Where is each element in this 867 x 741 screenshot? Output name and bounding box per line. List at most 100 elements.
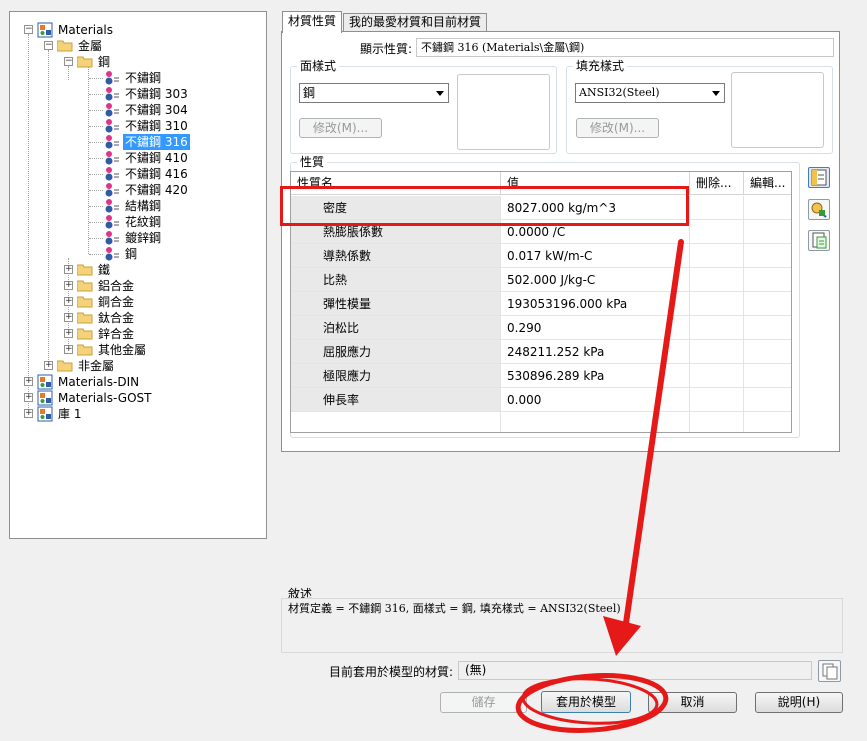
- property-edit-cell[interactable]: [744, 268, 791, 292]
- current-material-label: 目前套用於模型的材質:: [329, 665, 454, 679]
- tree-label: 鍍鋅鋼: [125, 231, 162, 245]
- expand-icon[interactable]: +: [64, 329, 73, 338]
- property-edit-cell[interactable]: [744, 244, 791, 268]
- empty-cell: [501, 412, 690, 432]
- help-button[interactable]: 說明(H): [755, 692, 843, 713]
- material-tree[interactable]: − Materials − 金屬 − 鋼 不鏽鋼 不鏽鋼 303 不鏽鋼 304 不鏽…: [9, 11, 267, 539]
- property-delete-cell[interactable]: [690, 220, 744, 244]
- property-row[interactable]: 彈性模量 193053196.000 kPa: [291, 292, 791, 316]
- property-row[interactable]: 伸長率 0.000: [291, 388, 791, 412]
- property-delete-cell[interactable]: [690, 364, 744, 388]
- copy-property-icon[interactable]: [808, 230, 830, 251]
- tree-label: 不鏽鋼 416: [125, 167, 188, 181]
- new-property-icon[interactable]: [808, 167, 830, 188]
- property-delete-cell[interactable]: [690, 292, 744, 316]
- tree-node-steel-item[interactable]: 不鏽鋼 416: [10, 166, 266, 182]
- property-edit-cell[interactable]: [744, 364, 791, 388]
- property-edit-cell[interactable]: [744, 292, 791, 316]
- tree-label: 花紋鋼: [125, 215, 162, 229]
- tree-label: 不鏽鋼 410: [125, 151, 188, 165]
- property-edit-cell[interactable]: [744, 220, 791, 244]
- property-row[interactable]: 極限應力 530896.289 kPa: [291, 364, 791, 388]
- tree-node-materials-din[interactable]: + Materials-DIN: [10, 374, 266, 390]
- material-icon: [105, 135, 119, 149]
- collapse-icon[interactable]: −: [64, 57, 73, 66]
- tree-node-metal-folder[interactable]: + 其他金屬: [10, 342, 266, 358]
- property-delete-cell[interactable]: [690, 196, 744, 220]
- expand-icon[interactable]: +: [44, 361, 53, 370]
- expand-icon[interactable]: +: [64, 313, 73, 322]
- property-edit-cell[interactable]: [744, 316, 791, 340]
- tree-line: [89, 254, 103, 255]
- tree-label: 其他金屬: [98, 343, 147, 357]
- tree-node-metal-folder[interactable]: + 銅合金: [10, 294, 266, 310]
- property-delete-cell[interactable]: [690, 388, 744, 412]
- tree-line: [89, 78, 103, 79]
- fill-style-modify-button[interactable]: 修改(M)...: [576, 118, 659, 138]
- property-name: 極限應力: [291, 364, 501, 388]
- property-edit-cell[interactable]: [744, 388, 791, 412]
- tree-node-steel-item[interactable]: 不鏽鋼 316: [10, 134, 266, 150]
- fill-style-select[interactable]: ANSI32(Steel): [575, 83, 725, 103]
- property-delete-cell[interactable]: [690, 340, 744, 364]
- property-row[interactable]: 泊松比 0.290: [291, 316, 791, 340]
- tree-node-library-1[interactable]: + 庫 1: [10, 406, 266, 422]
- edit-property-icon[interactable]: [808, 199, 830, 220]
- expand-icon[interactable]: +: [64, 281, 73, 290]
- browse-icon[interactable]: [818, 660, 841, 682]
- tree-line: [89, 222, 103, 223]
- tree-node-metal-folder[interactable]: + 鋅合金: [10, 326, 266, 342]
- property-delete-cell[interactable]: [690, 244, 744, 268]
- save-button[interactable]: 儲存: [440, 692, 527, 713]
- expand-icon[interactable]: +: [24, 377, 33, 386]
- tree-node-metals[interactable]: − 金屬: [10, 38, 266, 54]
- property-name: 泊松比: [291, 316, 501, 340]
- cancel-button[interactable]: 取消: [648, 692, 737, 713]
- property-name: 伸長率: [291, 388, 501, 412]
- expand-icon[interactable]: +: [64, 345, 73, 354]
- property-edit-cell[interactable]: [744, 340, 791, 364]
- tree-node-metal-folder[interactable]: + 鐵: [10, 262, 266, 278]
- tree-label: Materials-DIN: [58, 375, 140, 389]
- collapse-icon[interactable]: −: [24, 25, 33, 34]
- tree-node-steel-item[interactable]: 不鏽鋼 303: [10, 86, 266, 102]
- expand-icon[interactable]: +: [64, 297, 73, 306]
- column-header-delete[interactable]: 刪除...: [690, 172, 744, 195]
- tree-node-steel-item[interactable]: 鍍鋅鋼: [10, 230, 266, 246]
- tree-node-steel[interactable]: − 鋼: [10, 54, 266, 70]
- tab-label: 材質性質: [288, 14, 337, 28]
- expand-icon[interactable]: +: [24, 393, 33, 402]
- property-delete-cell[interactable]: [690, 268, 744, 292]
- tab-material-properties[interactable]: 材質性質: [282, 11, 343, 33]
- column-header-edit[interactable]: 編輯...: [744, 172, 791, 195]
- collapse-icon[interactable]: −: [44, 41, 53, 50]
- tree-node-steel-item[interactable]: 不鏽鋼 310: [10, 118, 266, 134]
- property-row[interactable]: 比熱 502.000 J/kg-C: [291, 268, 791, 292]
- apply-to-model-button[interactable]: 套用於模型: [541, 691, 631, 713]
- tree-node-steel-item[interactable]: 鋼: [10, 246, 266, 262]
- tree-node-steel-item[interactable]: 結構鋼: [10, 198, 266, 214]
- face-style-select[interactable]: 鋼: [299, 83, 449, 103]
- property-row[interactable]: 導熱係數 0.017 kW/m-C: [291, 244, 791, 268]
- tree-node-non-metals[interactable]: + 非金屬: [10, 358, 266, 374]
- tree-node-steel-item[interactable]: 花紋鋼: [10, 214, 266, 230]
- tree-node-steel-item[interactable]: 不鏽鋼 410: [10, 150, 266, 166]
- tree-node-metal-folder[interactable]: + 鈦合金: [10, 310, 266, 326]
- property-delete-cell[interactable]: [690, 316, 744, 340]
- face-style-modify-button[interactable]: 修改(M)...: [299, 118, 382, 138]
- property-value: 0.017 kW/m-C: [501, 244, 690, 268]
- tree-label: 庫 1: [58, 407, 82, 421]
- tree-node-steel-item[interactable]: 不鏽鋼 304: [10, 102, 266, 118]
- fill-style-preview: [731, 72, 824, 148]
- tree-node-steel-item[interactable]: 不鏽鋼 420: [10, 182, 266, 198]
- tree-node-materials-gost[interactable]: + Materials-GOST: [10, 390, 266, 406]
- expand-icon[interactable]: +: [64, 265, 73, 274]
- tab-favorites[interactable]: 我的最愛材質和目前材質: [343, 13, 488, 32]
- tree-node-metal-folder[interactable]: + 鋁合金: [10, 278, 266, 294]
- tree-node-materials[interactable]: − Materials: [10, 22, 266, 38]
- tree-line: [89, 238, 103, 239]
- expand-icon[interactable]: +: [24, 409, 33, 418]
- property-row[interactable]: 屈服應力 248211.252 kPa: [291, 340, 791, 364]
- tree-node-steel-item[interactable]: 不鏽鋼: [10, 70, 266, 86]
- property-edit-cell[interactable]: [744, 196, 791, 220]
